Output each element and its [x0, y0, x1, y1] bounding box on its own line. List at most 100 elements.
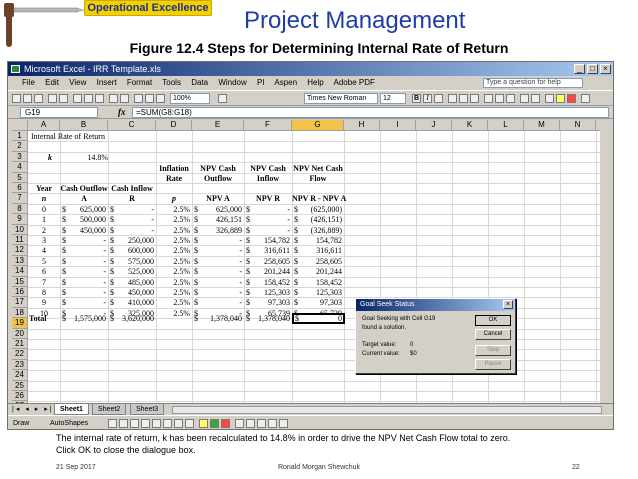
table-cell-p[interactable]: 2.5% [156, 236, 190, 246]
new-icon[interactable] [12, 94, 21, 103]
arrow-icon[interactable] [119, 419, 128, 428]
column-header[interactable]: H [344, 120, 380, 131]
column-header[interactable]: L [488, 120, 524, 131]
row-header[interactable]: 14 [12, 266, 28, 277]
table-cell-a[interactable]: 450,000 [60, 226, 106, 236]
row-header[interactable]: 24 [12, 370, 28, 381]
table-cell-npva[interactable]: 326,889 [192, 226, 242, 236]
total-cash-inflow-cell[interactable]: 3,620,000 [108, 314, 154, 324]
column-header[interactable]: A [28, 120, 60, 131]
line-style-icon[interactable] [235, 419, 244, 428]
picture-icon[interactable] [185, 419, 194, 428]
table-cell-p[interactable]: 2.5% [156, 257, 190, 267]
oval-icon[interactable] [141, 419, 150, 428]
more-options-icon[interactable] [581, 94, 590, 103]
close-button[interactable]: × [600, 64, 611, 74]
row-header[interactable]: 17 [12, 297, 28, 308]
column-header[interactable]: I [380, 120, 416, 131]
pause-button[interactable]: Pause [475, 359, 511, 370]
table-cell-npva[interactable]: - [192, 288, 242, 298]
tab-sheet2[interactable]: Sheet2 [92, 404, 127, 415]
table-cell-r[interactable]: - [108, 215, 154, 225]
table-cell-p[interactable]: 2.5% [156, 288, 190, 298]
font-size-select[interactable]: 12 [380, 93, 406, 104]
header-inflation-1[interactable]: Inflation [156, 164, 192, 174]
redo-icon[interactable] [120, 94, 129, 103]
row-header[interactable]: 25 [12, 380, 28, 391]
row-header[interactable]: 8 [12, 203, 28, 215]
column-header[interactable]: F [244, 120, 292, 131]
save-icon[interactable] [34, 94, 43, 103]
total-npv-outflow-cell[interactable]: 1,378,040 [192, 314, 242, 324]
symbol-a[interactable]: A [60, 194, 108, 204]
table-cell-n[interactable]: 4 [28, 246, 60, 256]
table-cell-a[interactable]: - [60, 257, 106, 267]
row-header[interactable]: 2 [12, 141, 28, 152]
header-npv-cash-inflow-1[interactable]: NPV Cash [244, 164, 292, 174]
formula-input[interactable]: =SUM(G8:G18) [132, 107, 609, 118]
paste-icon[interactable] [95, 94, 104, 103]
table-cell-npvr[interactable]: - [244, 215, 290, 225]
minimize-button[interactable]: _ [574, 64, 585, 74]
tab-sheet1[interactable]: Sheet1 [54, 404, 89, 415]
table-cell-n[interactable]: 2 [28, 226, 60, 236]
column-header[interactable]: M [524, 120, 560, 131]
header-year[interactable]: Year [28, 184, 60, 194]
column-header[interactable]: B [60, 120, 108, 131]
table-cell-npvr[interactable]: - [244, 226, 290, 236]
column-header[interactable]: N [560, 120, 596, 131]
table-cell-net[interactable]: 316,611 [292, 246, 342, 256]
menu-aspen[interactable]: Aspen [274, 78, 297, 87]
autoshapes-menu[interactable]: AutoShapes [50, 416, 88, 429]
zoom-select[interactable]: 100% [170, 93, 210, 104]
comma-icon[interactable] [506, 94, 515, 103]
symbol-p[interactable]: p [156, 194, 192, 204]
column-header[interactable]: D [156, 120, 192, 131]
align-right-icon[interactable] [470, 94, 479, 103]
table-cell-p[interactable]: 2.5% [156, 298, 190, 308]
menu-file[interactable]: File [22, 78, 35, 87]
wordart-icon[interactable] [163, 419, 172, 428]
help-icon[interactable] [218, 94, 227, 103]
menu-window[interactable]: Window [218, 78, 246, 87]
row-header[interactable]: 20 [12, 328, 28, 339]
row-header[interactable]: 9 [12, 214, 28, 225]
row-header[interactable]: 1 [12, 131, 28, 142]
k-label-cell[interactable]: k [48, 153, 52, 163]
total-npv-inflow-cell[interactable]: 1,378,040 [244, 314, 290, 324]
table-cell-n[interactable]: 3 [28, 236, 60, 246]
table-cell-r[interactable]: 485,000 [108, 278, 154, 288]
row-header[interactable]: 11 [12, 235, 28, 246]
row-header[interactable]: 15 [12, 276, 28, 287]
borders-icon[interactable] [545, 94, 554, 103]
undo-icon[interactable] [109, 94, 118, 103]
menu-adobe-pdf[interactable]: Adobe PDF [334, 78, 375, 87]
align-left-icon[interactable] [448, 94, 457, 103]
row-header[interactable]: 21 [12, 339, 28, 350]
print-icon[interactable] [48, 94, 57, 103]
maximize-button[interactable]: □ [587, 64, 598, 74]
step-button[interactable]: Step [475, 345, 511, 356]
line-icon[interactable] [108, 419, 117, 428]
percent-icon[interactable] [495, 94, 504, 103]
menu-help[interactable]: Help [307, 78, 323, 87]
menu-data[interactable]: Data [191, 78, 208, 87]
line-color-icon[interactable] [210, 419, 219, 428]
table-cell-p[interactable]: 2.5% [156, 226, 190, 236]
column-header[interactable]: J [416, 120, 452, 131]
font-color-icon[interactable] [567, 94, 576, 103]
italic-icon[interactable]: I [423, 94, 432, 103]
table-cell-npvr[interactable]: 316,611 [244, 246, 290, 256]
sort-icon[interactable] [145, 94, 154, 103]
table-cell-r[interactable]: - [108, 226, 154, 236]
table-cell-npvr[interactable]: 154,782 [244, 236, 290, 246]
arrow-style-icon[interactable] [257, 419, 266, 428]
table-cell-r[interactable]: - [108, 205, 154, 215]
table-cell-r[interactable]: 410,000 [108, 298, 154, 308]
decrease-decimal-icon[interactable] [520, 94, 529, 103]
total-cash-outflow-cell[interactable]: 1,575,000 [60, 314, 106, 324]
row-header[interactable]: 6 [12, 183, 28, 194]
underline-icon[interactable] [434, 94, 443, 103]
open-icon[interactable] [23, 94, 32, 103]
table-cell-npva[interactable]: - [192, 246, 242, 256]
